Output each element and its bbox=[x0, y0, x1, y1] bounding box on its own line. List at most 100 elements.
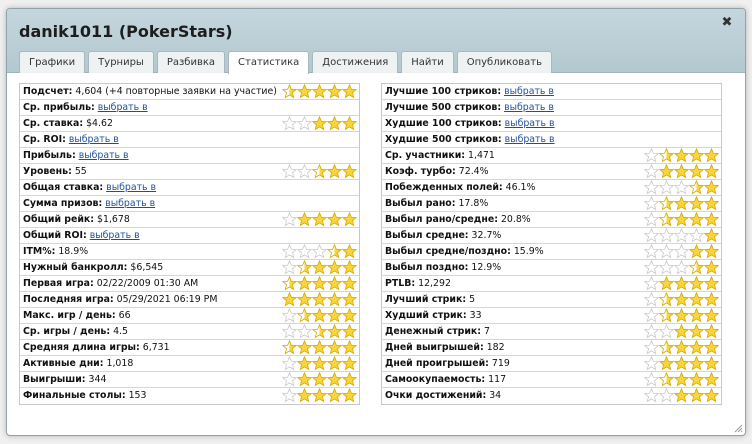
star-full-icon bbox=[297, 356, 312, 371]
stat-row: Первая игра: 02/22/2009 01:30 AM bbox=[20, 276, 359, 292]
star-empty-icon bbox=[659, 324, 674, 339]
star-empty-icon bbox=[674, 180, 689, 195]
star-empty-icon bbox=[282, 116, 297, 131]
stat-label: Ср. ROI: bbox=[23, 134, 66, 145]
close-icon[interactable]: ✖ bbox=[719, 15, 735, 31]
stat-value: 32.7% bbox=[471, 230, 502, 241]
stat-value: 6,731 bbox=[142, 342, 170, 353]
star-full-icon bbox=[312, 340, 327, 355]
star-empty-icon bbox=[644, 308, 659, 323]
star-full-icon bbox=[674, 388, 689, 403]
stat-label: Худший стрик: bbox=[385, 310, 467, 321]
select-link[interactable]: выбрать в bbox=[105, 198, 155, 209]
star-full-icon bbox=[342, 276, 357, 291]
stat-row: Дней проигрышей: 719 bbox=[382, 356, 721, 372]
star-full-icon bbox=[674, 356, 689, 371]
select-link[interactable]: выбрать в bbox=[106, 182, 156, 193]
select-link[interactable]: выбрать в bbox=[98, 102, 148, 113]
stat-row: Ср. ставка: $4.62 bbox=[20, 116, 359, 132]
select-link[interactable]: выбрать в bbox=[505, 118, 555, 129]
star-full-icon bbox=[342, 260, 357, 275]
stat-value: 4.5 bbox=[113, 326, 129, 337]
select-link[interactable]: выбрать в bbox=[504, 86, 554, 97]
star-full-icon bbox=[704, 372, 719, 387]
star-full-icon bbox=[704, 308, 719, 323]
star-half-icon bbox=[659, 308, 674, 323]
stat-label: Первая игра: bbox=[23, 278, 94, 289]
stat-value: 117 bbox=[488, 374, 507, 385]
stat-row: Выбыл рано/средне: 20.8% bbox=[382, 212, 721, 228]
tab-1[interactable]: Графики bbox=[19, 51, 86, 73]
star-half-icon bbox=[659, 196, 674, 211]
star-empty-icon bbox=[659, 260, 674, 275]
star-empty-icon bbox=[644, 148, 659, 163]
star-full-icon bbox=[312, 276, 327, 291]
star-full-icon bbox=[297, 84, 312, 99]
stat-row: Ср. игры / день: 4.5 bbox=[20, 324, 359, 340]
stats-column-left: Подсчет: 4,604 (+4 повторные заявки на у… bbox=[19, 83, 360, 405]
star-half-icon bbox=[689, 180, 704, 195]
stat-label: Худшие 100 стриков: bbox=[385, 118, 502, 129]
star-empty-icon bbox=[644, 164, 659, 179]
star-full-icon bbox=[297, 388, 312, 403]
stat-value: 182 bbox=[486, 342, 505, 353]
tab-4[interactable]: Статистика bbox=[228, 51, 310, 74]
stat-row: Подсчет: 4,604 (+4 повторные заявки на у… bbox=[20, 84, 359, 100]
star-full-icon bbox=[327, 260, 342, 275]
stat-value: 18.9% bbox=[58, 246, 89, 257]
tab-5[interactable]: Достижения bbox=[312, 51, 399, 73]
stat-row: Макс. игр / день: 66 bbox=[20, 308, 359, 324]
stat-value: 02/22/2009 01:30 AM bbox=[96, 278, 199, 289]
star-full-icon bbox=[312, 356, 327, 371]
stat-label: Сумма призов: bbox=[23, 198, 103, 209]
star-full-icon bbox=[704, 276, 719, 291]
stat-row: Нужный банкролл: $6,545 bbox=[20, 260, 359, 276]
stat-row: Дней выигрышей: 182 bbox=[382, 340, 721, 356]
star-full-icon bbox=[704, 244, 719, 259]
stat-label: Ср. прибыль: bbox=[23, 102, 95, 113]
star-full-icon bbox=[689, 372, 704, 387]
resize-grip-icon[interactable] bbox=[733, 423, 743, 433]
star-full-icon bbox=[689, 388, 704, 403]
stat-row: ITM%: 18.9% bbox=[20, 244, 359, 260]
tab-3[interactable]: Разбивка bbox=[156, 51, 226, 73]
select-link[interactable]: выбрать в bbox=[79, 150, 129, 161]
star-empty-icon bbox=[282, 372, 297, 387]
select-link[interactable]: выбрать в bbox=[69, 134, 119, 145]
star-full-icon bbox=[327, 356, 342, 371]
stat-label: Выбыл средне: bbox=[385, 230, 469, 241]
select-link[interactable]: выбрать в bbox=[504, 102, 554, 113]
stat-row: Худшие 500 стриков: выбрать в bbox=[382, 132, 721, 148]
stat-value: 153 bbox=[128, 390, 147, 401]
tab-2[interactable]: Турниры bbox=[88, 51, 154, 73]
star-full-icon bbox=[282, 292, 297, 307]
star-full-icon bbox=[689, 356, 704, 371]
stats-column-right: Лучшие 100 стриков: выбрать в Лучшие 500 … bbox=[381, 83, 722, 405]
star-empty-icon bbox=[282, 164, 297, 179]
star-rating bbox=[282, 340, 357, 355]
tab-6[interactable]: Найти bbox=[401, 51, 454, 73]
stat-row: Ср. участники: 1,471 bbox=[382, 148, 721, 164]
stat-label: Ср. участники: bbox=[385, 150, 466, 161]
select-link[interactable]: выбрать в bbox=[90, 230, 140, 241]
star-empty-icon bbox=[644, 340, 659, 355]
star-rating bbox=[282, 164, 357, 179]
star-full-icon bbox=[689, 196, 704, 211]
stat-label: Выбыл поздно: bbox=[385, 262, 469, 273]
star-rating bbox=[644, 212, 719, 227]
stat-label: Худшие 500 стриков: bbox=[385, 134, 502, 145]
stat-label: Финальные столы: bbox=[23, 390, 126, 401]
stat-value: 34 bbox=[489, 390, 502, 401]
star-rating bbox=[644, 372, 719, 387]
select-link[interactable]: выбрать в bbox=[505, 134, 555, 145]
star-full-icon bbox=[704, 228, 719, 243]
star-empty-icon bbox=[644, 276, 659, 291]
star-rating bbox=[644, 164, 719, 179]
star-full-icon bbox=[312, 388, 327, 403]
star-full-icon bbox=[704, 260, 719, 275]
stat-label: Прибыль: bbox=[23, 150, 76, 161]
stat-row: Худший стрик: 33 bbox=[382, 308, 721, 324]
stat-value: 15.9% bbox=[513, 246, 544, 257]
tab-7[interactable]: Опубликовать bbox=[456, 51, 553, 73]
star-rating bbox=[282, 292, 357, 307]
